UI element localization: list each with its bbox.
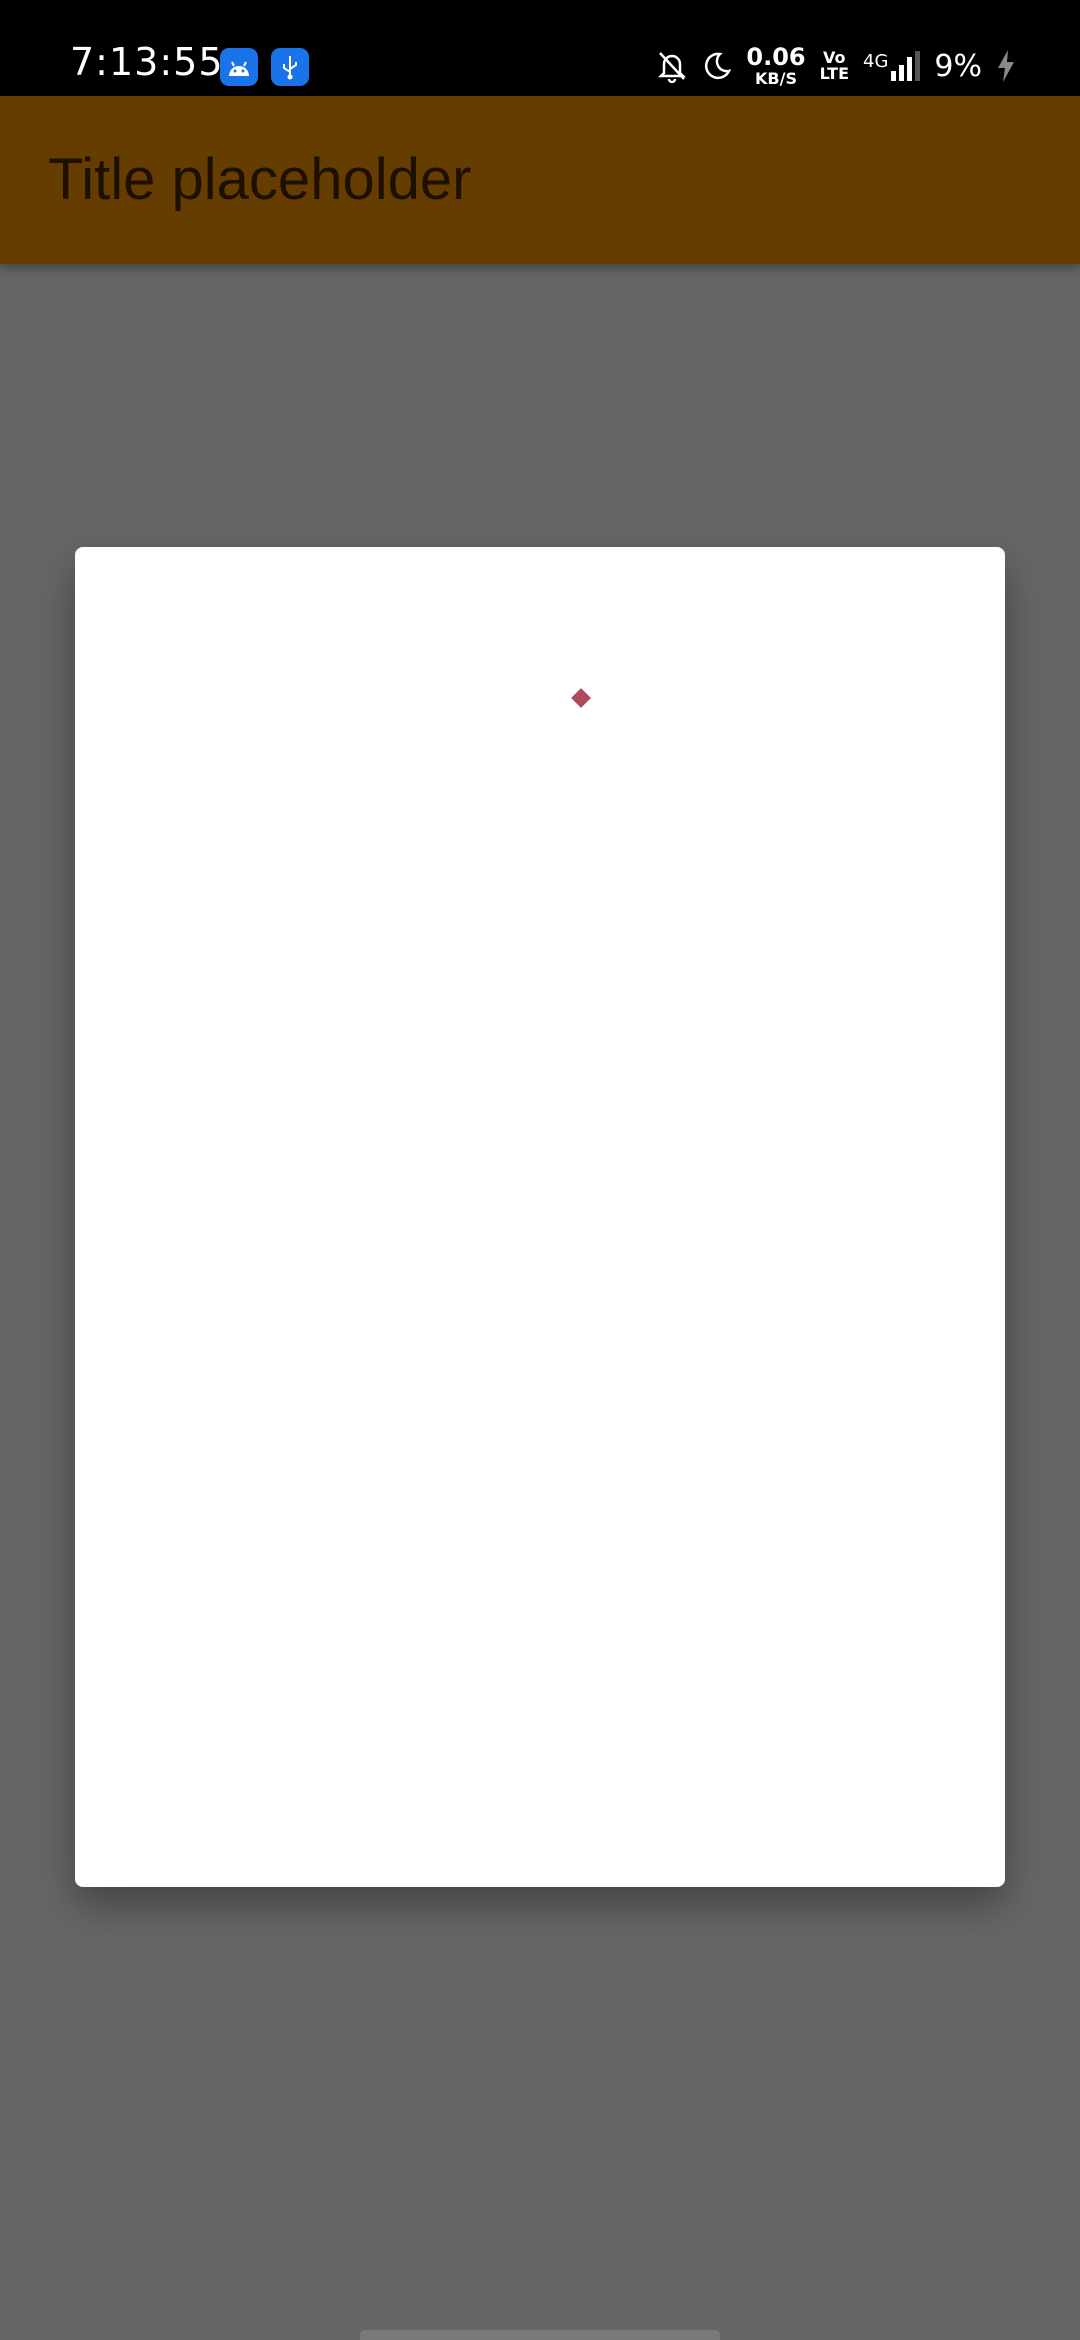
network-speed-value: 0.06	[746, 43, 806, 71]
moon-icon	[705, 52, 732, 80]
network-speed-unit: KB/S	[755, 69, 797, 88]
loading-dialog	[75, 547, 1005, 1887]
usb-icon	[271, 48, 309, 86]
signal-icon: 4G	[863, 51, 921, 81]
status-icons: 0.06 KB/S Vo LTE 4G 9%	[656, 44, 1016, 88]
volte-indicator: Vo LTE	[820, 50, 849, 82]
gesture-nav-handle[interactable]	[360, 2330, 720, 2340]
battery-percentage: 9%	[934, 48, 982, 84]
android-icon	[220, 48, 258, 86]
status-clock: 7:13:55	[70, 40, 224, 84]
app-bar: Title placeholder	[0, 96, 1080, 264]
volte-bottom: LTE	[819, 64, 849, 83]
bell-off-icon	[658, 52, 687, 83]
charging-icon	[998, 50, 1014, 82]
network-speed: 0.06 KB/S	[746, 45, 805, 87]
status-bar: 7:13:55 0.06 KB/S Vo LTE 4G 9%	[0, 0, 1080, 96]
page-title: Title placeholder	[48, 147, 472, 212]
network-type: 4G	[863, 51, 889, 72]
